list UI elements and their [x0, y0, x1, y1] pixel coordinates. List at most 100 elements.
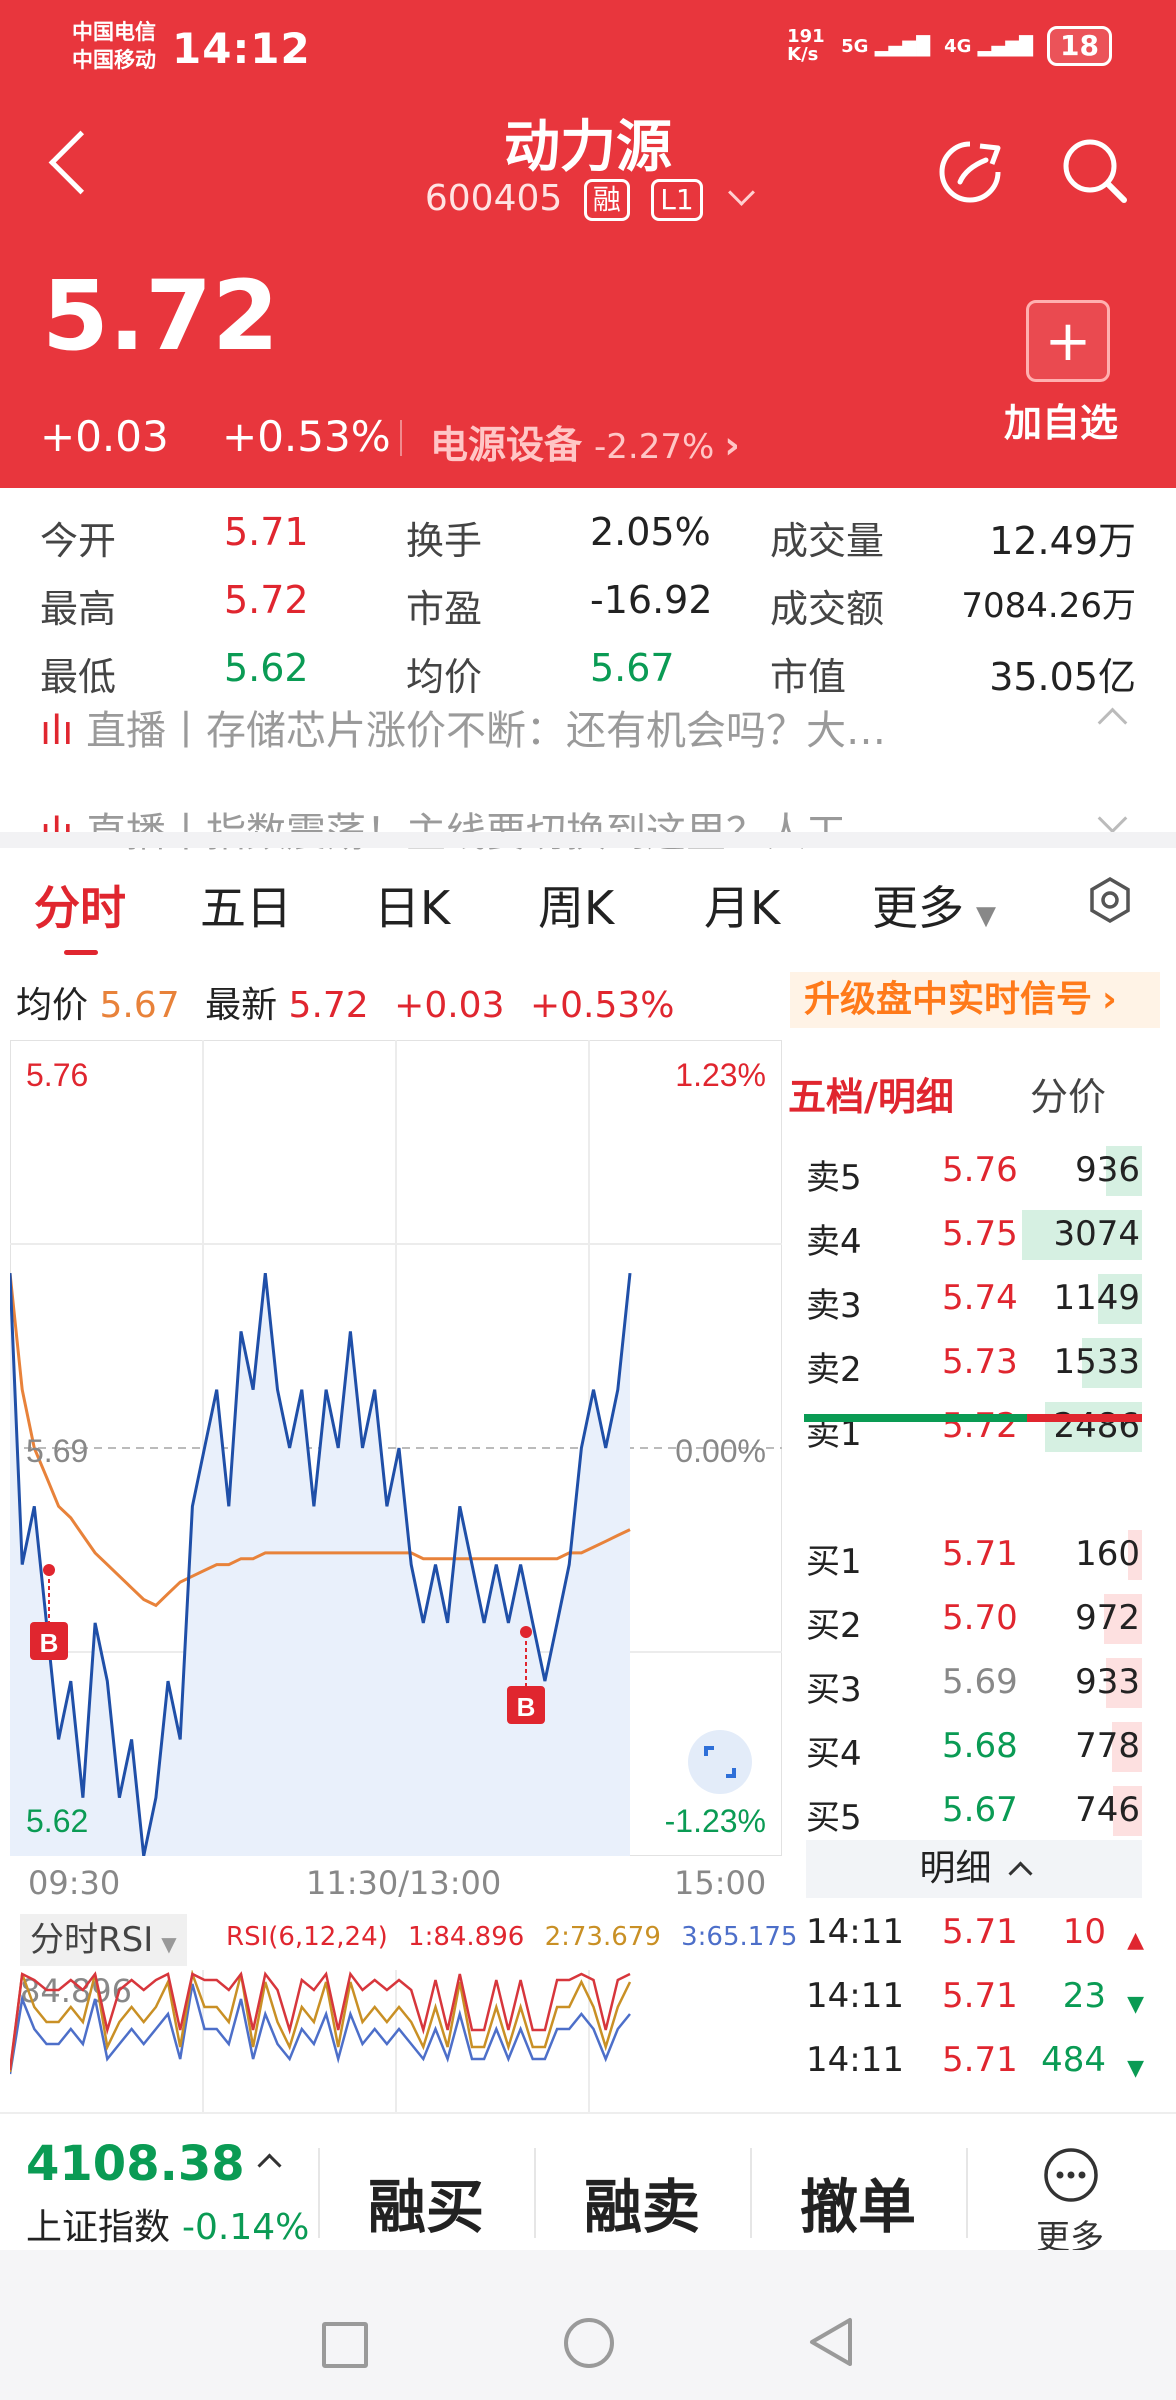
- rsi-2: 2:73.679: [544, 1922, 661, 1952]
- order-row[interactable]: 卖2 5.73 1533: [806, 1338, 1142, 1390]
- order-price: 5.68: [942, 1726, 1018, 1766]
- chevron-right-icon: ›: [724, 423, 740, 467]
- stat-value: 5.72: [224, 578, 309, 622]
- stat-label: 成交量: [770, 519, 885, 563]
- signal-5g-icon: 5G ▂▄▆█: [841, 35, 931, 57]
- signal-4g-icon: 4G ▂▄▆█: [944, 35, 1034, 57]
- rsi-params: RSI(6,12,24): [226, 1922, 388, 1952]
- order-level: 卖5: [806, 1158, 862, 1198]
- back-nav-icon[interactable]: [806, 2314, 856, 2370]
- upgrade-signal-button[interactable]: 升级盘中实时信号 ›: [790, 972, 1160, 1028]
- order-row[interactable]: 买3 5.69 933: [806, 1658, 1142, 1710]
- intraday-chart[interactable]: B B 5.76 5.69 5.62 1.23% 0.00% -1.23%: [10, 1040, 782, 1856]
- search-icon[interactable]: [1060, 136, 1130, 206]
- stat-value: 5.62: [224, 646, 309, 690]
- divider: [534, 2148, 536, 2238]
- status-time: 14:12: [172, 24, 311, 73]
- order-volume: 2486: [1053, 1406, 1140, 1446]
- sector-link[interactable]: 电源设备 -2.27% ›: [430, 414, 740, 469]
- order-row[interactable]: 卖5 5.76 936: [806, 1146, 1142, 1198]
- index-value[interactable]: 4108.38: [26, 2136, 282, 2192]
- more-icon[interactable]: [1042, 2146, 1100, 2204]
- order-level: 买3: [806, 1670, 862, 1710]
- margin-sell-button[interactable]: 融卖: [584, 2160, 700, 2244]
- chevron-down-icon[interactable]: [1097, 803, 1128, 834]
- tick-time: 14:11: [806, 1976, 904, 2016]
- share-icon[interactable]: [936, 138, 1004, 206]
- x-axis-mid: 11:30/13:00: [306, 1864, 502, 1902]
- news-text: 直播丨存储芯片涨价不断：还有机会吗？大…: [86, 708, 887, 754]
- order-level: 买5: [806, 1798, 862, 1838]
- index-value-text: 4108.38: [26, 2136, 245, 2192]
- stat-label: 市盈: [406, 587, 483, 631]
- stat-value: -16.92: [590, 578, 713, 622]
- last-change: +0.03: [394, 985, 505, 1026]
- stat-value: 35.05亿: [989, 655, 1136, 699]
- current-price: 5.72: [42, 260, 279, 372]
- tick-price: 5.71: [942, 2040, 1018, 2080]
- order-price: 5.69: [942, 1662, 1018, 1702]
- stat-value: 5.71: [224, 510, 309, 554]
- sig2-label: 4G: [944, 35, 972, 57]
- tab-daily-k[interactable]: 日K: [374, 872, 450, 938]
- avg-value: 5.67: [99, 985, 180, 1026]
- rsi-selector[interactable]: 分时RSI ▼: [20, 1914, 187, 1966]
- order-price: 5.73: [942, 1342, 1018, 1382]
- tab-five-day[interactable]: 五日: [200, 872, 292, 938]
- divider: [966, 2148, 968, 2238]
- stat-value: 7084.26万: [961, 586, 1136, 626]
- rsi-legend: RSI(6,12,24) 1:84.896 2:73.679 3:65.175: [226, 1922, 797, 1952]
- order-row[interactable]: 卖4 5.75 3074: [806, 1210, 1142, 1262]
- recent-apps-icon[interactable]: [322, 2322, 368, 2368]
- x-axis-start: 09:30: [28, 1864, 121, 1902]
- tab-weekly-k[interactable]: 周K: [538, 872, 614, 938]
- tick-price: 5.71: [942, 1912, 1018, 1952]
- tab-intraday[interactable]: 分时: [34, 872, 126, 938]
- chevron-up-icon: [257, 2153, 282, 2178]
- last-pct: +0.53%: [529, 985, 675, 1026]
- avg-label: 均价: [16, 985, 89, 1026]
- order-row[interactable]: 卖1 5.72 2486: [806, 1402, 1142, 1454]
- intraday-info: 均价 5.67 最新 5.72 +0.03 +0.53%: [16, 976, 674, 1028]
- news-item[interactable]: ılı 直播丨指数震荡！主线要切换到这里？人工…: [40, 800, 1080, 858]
- index-name: 上证指数: [26, 2207, 171, 2248]
- chevron-up-icon: [1007, 1861, 1033, 1886]
- order-row[interactable]: 卖3 5.74 1149: [806, 1274, 1142, 1326]
- order-price: 5.70: [942, 1598, 1018, 1638]
- index-pct: -0.14%: [182, 2207, 310, 2248]
- settings-icon[interactable]: [1086, 876, 1134, 924]
- order-row[interactable]: 买4 5.68 778: [806, 1722, 1142, 1774]
- stock-code: 600405: [424, 178, 563, 219]
- tab-price-distribution[interactable]: 分价: [1030, 1066, 1106, 1121]
- tab-order-book[interactable]: 五档/明细: [788, 1066, 954, 1121]
- arrow-up-icon: ▲: [1127, 1928, 1144, 1953]
- home-icon[interactable]: [564, 2318, 614, 2368]
- order-volume: 933: [1075, 1662, 1140, 1702]
- cancel-order-button[interactable]: 撤单: [800, 2160, 916, 2244]
- add-watchlist-button[interactable]: +: [1026, 300, 1110, 382]
- expand-chart-icon[interactable]: [688, 1730, 752, 1794]
- detail-toggle[interactable]: 明细: [806, 1840, 1142, 1898]
- y-axis-mid: 5.69: [26, 1433, 88, 1469]
- order-row[interactable]: 买1 5.71 160: [806, 1530, 1142, 1582]
- order-volume: 936: [1075, 1150, 1140, 1190]
- buy-marker-dot: [520, 1626, 532, 1638]
- bid-ask-ratio-bar: [804, 1414, 1142, 1422]
- margin-buy-button[interactable]: 融买: [368, 2160, 484, 2244]
- rsi-1: 1:84.896: [408, 1922, 525, 1952]
- order-row[interactable]: 买5 5.67 746: [806, 1786, 1142, 1838]
- stat-label: 市值: [770, 655, 847, 699]
- stat-label: 最高: [40, 587, 117, 631]
- tab-monthly-k[interactable]: 月K: [704, 872, 780, 938]
- stat-label: 均价: [406, 655, 483, 699]
- order-level: 买4: [806, 1734, 862, 1774]
- net-speed: 191 K/s: [787, 26, 825, 65]
- chevron-up-icon[interactable]: [1097, 707, 1128, 738]
- order-row[interactable]: 买2 5.70 972: [806, 1594, 1142, 1646]
- add-watchlist-label[interactable]: 加自选: [1004, 392, 1118, 447]
- news-item[interactable]: ılı 直播丨存储芯片涨价不断：还有机会吗？大…: [40, 698, 1080, 756]
- carrier-info: 中国电信 中国移动: [72, 18, 156, 74]
- sig1-label: 5G: [841, 35, 869, 57]
- tab-more[interactable]: 更多 ▼: [872, 872, 996, 938]
- order-price: 5.67: [942, 1790, 1018, 1830]
